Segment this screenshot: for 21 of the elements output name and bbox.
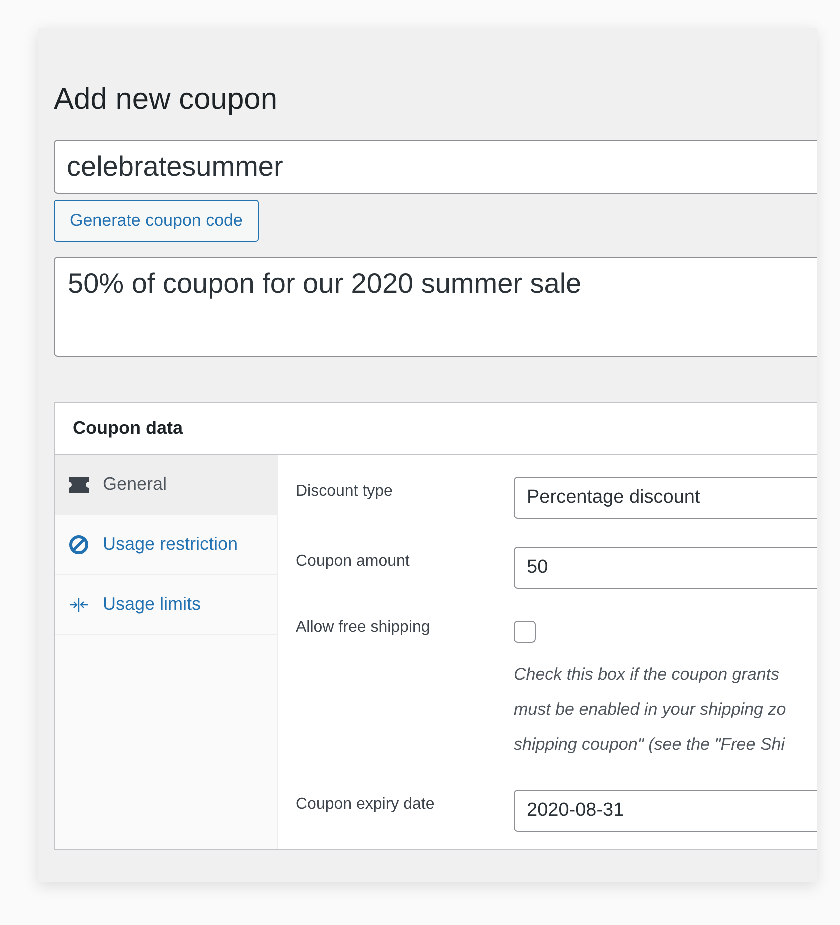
- prohibited-icon: [69, 534, 89, 554]
- sidebar-tab[interactable]: General: [55, 455, 277, 515]
- help-text: must be enabled in your shipping zo: [514, 699, 788, 721]
- coupon-code-field[interactable]: celebratesummer: [54, 140, 817, 194]
- help-text: Check this box if the coupon grants: [514, 664, 781, 686]
- text-field[interactable]: 50: [514, 547, 817, 589]
- checkbox[interactable]: [514, 621, 536, 643]
- arrows-to-line-icon: [69, 596, 89, 612]
- field-label: Coupon amount: [296, 552, 411, 572]
- field-label: Allow free shipping: [296, 618, 432, 638]
- ticket-icon: [69, 476, 89, 492]
- description-field[interactable]: 50% of coupon for our 2020 summer sale: [54, 257, 817, 357]
- sidebar-tab[interactable]: Usage limits: [55, 575, 277, 635]
- sidebar-tab[interactable]: Usage restriction: [55, 515, 277, 575]
- discount-type-select[interactable]: Percentage discount: [514, 477, 817, 519]
- field-label: Coupon expiry date: [296, 795, 436, 815]
- text-field[interactable]: 2020-08-31: [514, 790, 817, 832]
- generate-coupon-code-button[interactable]: Generate coupon code: [54, 200, 259, 242]
- field-label: Discount type: [296, 482, 394, 502]
- help-text: shipping coupon" (see the "Free Shi: [514, 734, 786, 756]
- page-title: Add new coupon: [54, 82, 279, 118]
